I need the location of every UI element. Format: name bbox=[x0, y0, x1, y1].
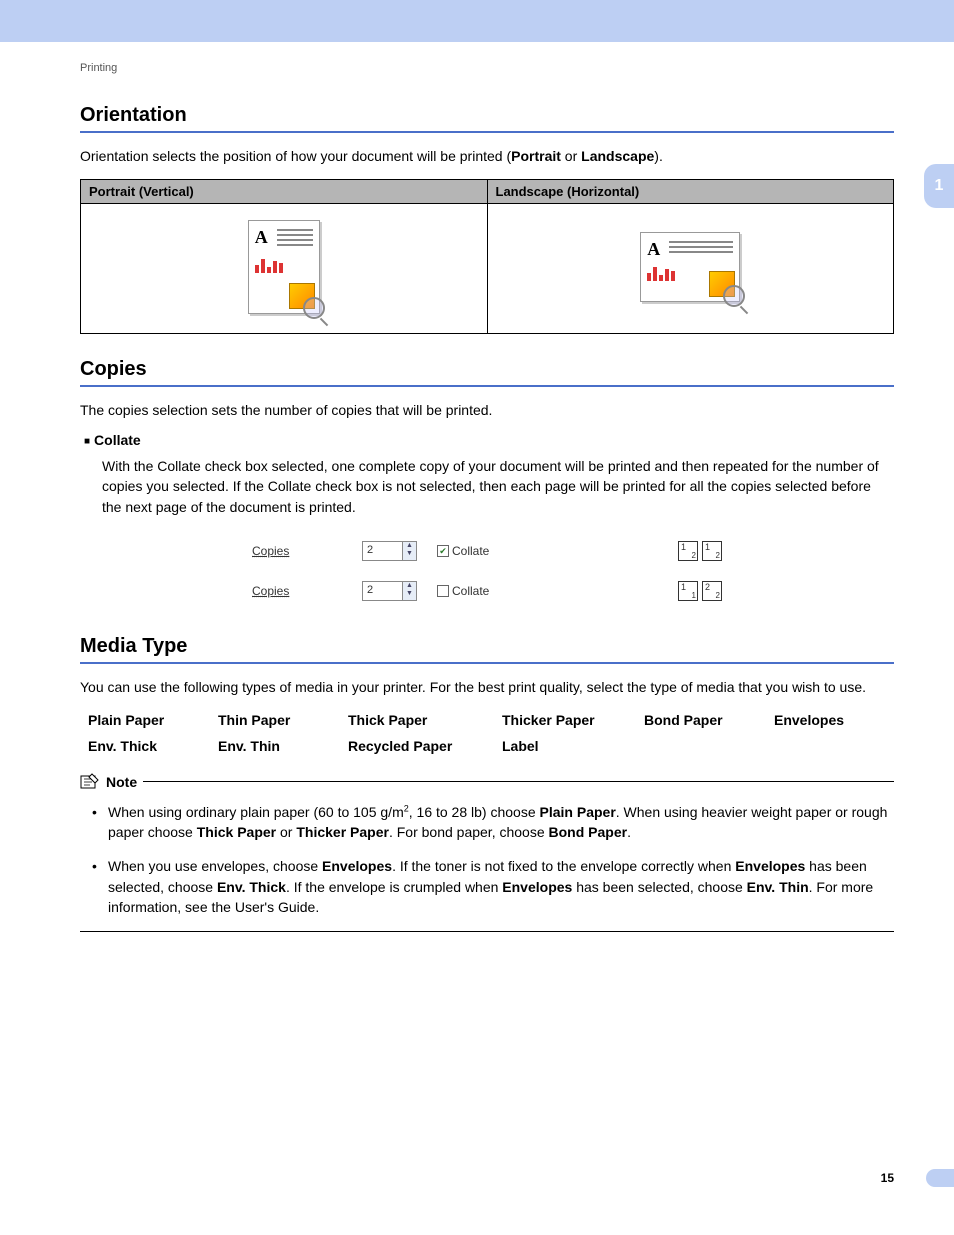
bold-landscape: Landscape bbox=[581, 148, 654, 164]
media-type: Env. Thin bbox=[218, 738, 338, 754]
chapter-tab: 1 bbox=[924, 164, 954, 208]
note-pencil-icon bbox=[80, 772, 100, 792]
note-item-1: When using ordinary plain paper (60 to 1… bbox=[96, 802, 894, 843]
note-item-2: When you use envelopes, choose Envelopes… bbox=[96, 856, 894, 917]
header-band bbox=[0, 0, 954, 42]
landscape-preview-icon: A bbox=[640, 232, 740, 302]
text: or bbox=[276, 824, 296, 840]
copies-row-collated: Copies 2▲▼ ✔Collate 11 bbox=[252, 531, 722, 571]
checkbox-label: Collate bbox=[452, 584, 489, 598]
note-header: Note bbox=[80, 772, 894, 792]
media-type: Thicker Paper bbox=[502, 712, 634, 728]
media-type: Bond Paper bbox=[644, 712, 764, 728]
spinner-arrows-icon[interactable]: ▲▼ bbox=[402, 582, 416, 600]
orientation-intro: Orientation selects the position of how … bbox=[80, 147, 894, 167]
note-label: Note bbox=[106, 774, 137, 790]
bold: Envelopes bbox=[322, 858, 392, 874]
copies-value: 2 bbox=[363, 582, 402, 600]
magnifier-icon bbox=[303, 297, 325, 319]
media-types-grid: Plain Paper Thin Paper Thick Paper Thick… bbox=[88, 712, 894, 754]
magnifier-icon bbox=[723, 285, 745, 307]
orientation-table: Portrait (Vertical) Landscape (Horizonta… bbox=[80, 179, 894, 334]
text: . bbox=[627, 824, 631, 840]
media-type: Plain Paper bbox=[88, 712, 208, 728]
copies-field-label: Copies bbox=[252, 584, 342, 598]
cell-landscape-preview: A bbox=[487, 203, 894, 333]
col-landscape: Landscape (Horizontal) bbox=[487, 179, 894, 203]
copies-row-uncollated: Copies 2▲▼ Collate 12 bbox=[252, 571, 722, 611]
media-type: Recycled Paper bbox=[348, 738, 492, 754]
text: When using ordinary plain paper (60 to 1… bbox=[108, 804, 404, 820]
text: , 16 to 28 lb) choose bbox=[409, 804, 540, 820]
page-number: 15 bbox=[881, 1171, 894, 1185]
portrait-preview-icon: A bbox=[248, 220, 320, 314]
collate-label: Collate bbox=[94, 432, 141, 448]
copies-panel: Copies 2▲▼ ✔Collate 11 Copies 2▲▼ Collat… bbox=[252, 531, 722, 611]
bold: Thicker Paper bbox=[296, 824, 389, 840]
bold: Thick Paper bbox=[197, 824, 276, 840]
bold: Envelopes bbox=[502, 879, 572, 895]
copies-intro: The copies selection sets the number of … bbox=[80, 401, 894, 421]
text: or bbox=[561, 148, 581, 164]
checkbox-unchecked-icon bbox=[437, 585, 449, 597]
bold: Bond Paper bbox=[549, 824, 628, 840]
cell-portrait-preview: A bbox=[81, 203, 488, 333]
media-type: Env. Thick bbox=[88, 738, 208, 754]
text: ). bbox=[654, 148, 663, 164]
bold: Env. Thick bbox=[217, 879, 286, 895]
checkbox-label: Collate bbox=[452, 544, 489, 558]
note-list: When using ordinary plain paper (60 to 1… bbox=[80, 802, 894, 917]
copies-spinner[interactable]: 2▲▼ bbox=[362, 581, 417, 601]
collate-order-icon-12-12: 11 bbox=[678, 541, 722, 561]
text: Orientation selects the position of how … bbox=[80, 148, 511, 164]
heading-orientation: Orientation bbox=[80, 104, 894, 133]
media-type: Thick Paper bbox=[348, 712, 492, 728]
collate-order-icon-11-22: 12 bbox=[678, 581, 722, 601]
col-portrait: Portrait (Vertical) bbox=[81, 179, 488, 203]
page-content: Printing Orientation Orientation selects… bbox=[0, 62, 954, 932]
text: has been selected, choose bbox=[572, 879, 746, 895]
copies-field-label: Copies bbox=[252, 544, 342, 558]
bold: Env. Thin bbox=[747, 879, 809, 895]
media-type: Thin Paper bbox=[218, 712, 338, 728]
note-footer-rule bbox=[80, 931, 894, 932]
collate-bullet: ■Collate bbox=[84, 432, 894, 448]
checkbox-checked-icon: ✔ bbox=[437, 545, 449, 557]
heading-copies: Copies bbox=[80, 358, 894, 387]
text: When you use envelopes, choose bbox=[108, 858, 322, 874]
text: . For bond paper, choose bbox=[389, 824, 549, 840]
collate-checkbox-checked[interactable]: ✔Collate bbox=[437, 544, 489, 558]
heading-media-type: Media Type bbox=[80, 635, 894, 664]
text: . If the envelope is crumpled when bbox=[286, 879, 502, 895]
breadcrumb: Printing bbox=[80, 62, 894, 74]
bold: Plain Paper bbox=[540, 804, 616, 820]
collate-checkbox-unchecked[interactable]: Collate bbox=[437, 584, 489, 598]
media-type: Label bbox=[502, 738, 634, 754]
page-corner-tab bbox=[926, 1169, 954, 1187]
copies-spinner[interactable]: 2▲▼ bbox=[362, 541, 417, 561]
spinner-arrows-icon[interactable]: ▲▼ bbox=[402, 542, 416, 560]
collate-body: With the Collate check box selected, one… bbox=[102, 456, 894, 517]
media-intro: You can use the following types of media… bbox=[80, 678, 894, 698]
media-type: Envelopes bbox=[774, 712, 894, 728]
text: . If the toner is not fixed to the envel… bbox=[392, 858, 735, 874]
bold: Envelopes bbox=[735, 858, 805, 874]
copies-value: 2 bbox=[363, 542, 402, 560]
bold-portrait: Portrait bbox=[511, 148, 561, 164]
